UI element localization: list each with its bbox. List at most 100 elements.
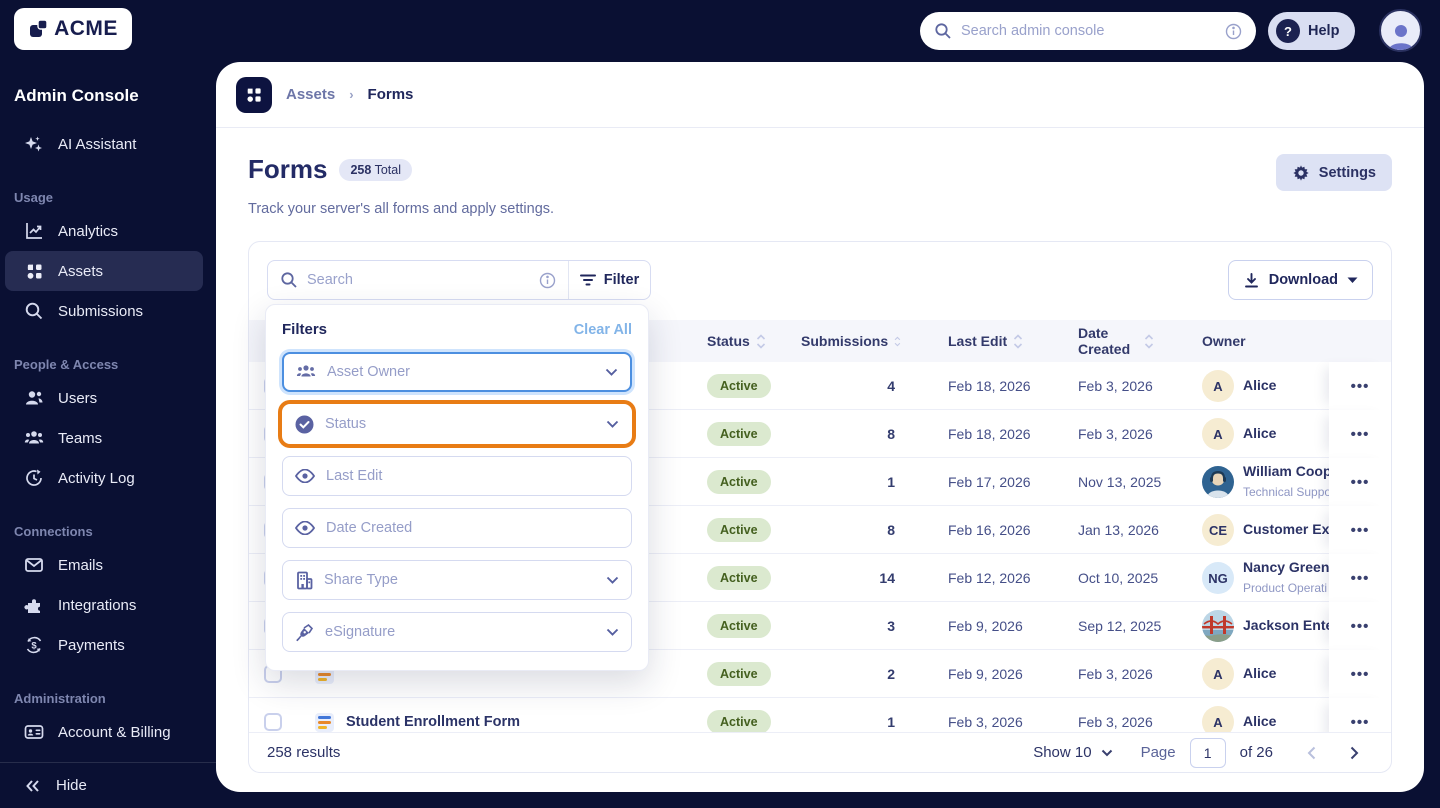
column-header-submissions[interactable]: Submissions — [801, 333, 931, 349]
next-page-button[interactable] — [1340, 742, 1369, 764]
page-header: Forms 258 Total Settings — [216, 128, 1424, 191]
ellipsis-icon: ••• — [1350, 473, 1370, 491]
column-header-owner: Owner — [1191, 333, 1329, 349]
clear-all-button[interactable]: Clear All — [574, 322, 632, 338]
help-label: Help — [1308, 23, 1340, 39]
row-actions-button[interactable]: ••• — [1329, 362, 1391, 410]
sort-icon[interactable] — [1013, 333, 1023, 349]
gear-icon — [1292, 164, 1310, 182]
total-suffix: Total — [374, 162, 401, 177]
filter-field-asset-owner[interactable]: Asset Owner — [282, 352, 632, 392]
filter-field-status[interactable]: Status — [282, 404, 632, 444]
sidebar-item-teams[interactable]: Teams — [5, 418, 203, 458]
search-icon — [24, 301, 44, 321]
filter-button[interactable]: Filter — [569, 261, 650, 299]
row-actions-button[interactable]: ••• — [1329, 554, 1391, 602]
owner-name: William Coope — [1243, 463, 1329, 479]
row-actions-button[interactable]: ••• — [1329, 410, 1391, 458]
submissions-count: 4 — [887, 378, 895, 394]
filters-title: Filters — [282, 321, 328, 338]
ellipsis-icon: ••• — [1350, 713, 1370, 731]
sidebar-item-assets[interactable]: Assets — [5, 251, 203, 291]
avatar: A — [1202, 418, 1234, 450]
row-actions-button[interactable]: ••• — [1329, 650, 1391, 698]
filter-field-share-type[interactable]: Share Type — [282, 560, 632, 600]
sidebar-item-submissions[interactable]: Submissions — [5, 291, 203, 331]
filter-label: Filter — [603, 272, 640, 288]
info-icon[interactable] — [539, 272, 556, 289]
column-header-status[interactable]: Status — [691, 333, 801, 349]
users-group-icon — [296, 363, 316, 381]
created-date: Nov 13, 2025 — [1078, 474, 1162, 490]
row-actions-button[interactable]: ••• — [1329, 602, 1391, 650]
admin-search-input[interactable] — [961, 23, 1216, 39]
info-icon[interactable] — [1225, 23, 1242, 40]
breadcrumb-assets[interactable]: Assets — [286, 86, 335, 103]
settings-button[interactable]: Settings — [1275, 154, 1392, 191]
filter-field-label: eSignature — [325, 624, 396, 640]
sidebar-item-emails[interactable]: Emails — [5, 545, 203, 585]
sidebar-item-account-billing[interactable]: Account & Billing — [5, 712, 203, 752]
submissions-count: 2 — [887, 666, 895, 682]
row-actions-button[interactable]: ••• — [1329, 458, 1391, 506]
sidebar-item-ai-assistant[interactable]: AI Assistant — [5, 124, 203, 164]
submissions-count: 3 — [887, 618, 895, 634]
main-panel: Assets › Forms Forms 258 Total Settings … — [216, 62, 1424, 792]
filter-field-date-created[interactable]: Date Created — [282, 508, 632, 548]
form-name-cell[interactable]: Student Enrollment Form — [297, 712, 691, 732]
acme-logo[interactable]: ACME — [14, 8, 132, 50]
total-badge: 258 Total — [339, 158, 412, 181]
sidebar-item-analytics[interactable]: Analytics — [5, 211, 203, 251]
filter-field-label: Asset Owner — [327, 364, 410, 380]
section-label-usage: Usage — [14, 190, 54, 205]
check-circle-icon — [295, 415, 314, 434]
sidebar-item-payments[interactable]: $ Payments — [5, 625, 203, 665]
user-avatar[interactable] — [1379, 9, 1422, 52]
users-icon — [24, 388, 44, 408]
status-badge: Active — [707, 422, 771, 446]
submissions-count: 14 — [879, 570, 895, 586]
created-date: Feb 3, 2026 — [1078, 426, 1153, 442]
sort-icon[interactable] — [756, 333, 766, 349]
sort-icon[interactable] — [1144, 333, 1154, 349]
sort-icon[interactable] — [894, 334, 901, 349]
row-checkbox[interactable] — [264, 713, 282, 731]
teams-icon — [24, 428, 44, 448]
help-button[interactable]: ? Help — [1268, 12, 1356, 50]
row-actions-button[interactable]: ••• — [1329, 506, 1391, 554]
last-edit-date: Feb 18, 2026 — [948, 426, 1031, 442]
status-badge: Active — [707, 662, 771, 686]
header-label: Last Edit — [948, 333, 1008, 349]
last-edit-date: Feb 9, 2026 — [948, 666, 1023, 682]
sidebar-item-label: Users — [58, 389, 98, 407]
building-icon — [295, 571, 313, 590]
sidebar-hide-button[interactable]: Hide — [0, 762, 216, 808]
created-date: Feb 3, 2026 — [1078, 666, 1153, 682]
owner-name: Nancy Green — [1243, 559, 1329, 575]
page-subtitle: Track your server's all forms and apply … — [248, 201, 555, 217]
download-icon — [1243, 272, 1260, 289]
download-button[interactable]: Download — [1227, 260, 1373, 300]
page-size-select[interactable]: Show 10 — [1033, 744, 1112, 761]
owner-name: Alice — [1243, 665, 1277, 681]
avatar: A — [1202, 658, 1234, 690]
admin-search-bar — [920, 12, 1256, 50]
table-search-input[interactable] — [307, 272, 530, 288]
sidebar-item-users[interactable]: Users — [5, 378, 203, 418]
owner-name: Jackson Enter — [1243, 617, 1329, 633]
column-header-date-created[interactable]: Date Created — [1061, 325, 1191, 357]
header-label: Status — [707, 333, 750, 349]
page-number-input[interactable] — [1189, 737, 1226, 768]
owner-cell: NG Nancy Green Product Operati — [1191, 558, 1329, 598]
sidebar-item-integrations[interactable]: Integrations — [5, 585, 203, 625]
sidebar-item-label: Emails — [58, 556, 104, 574]
sidebar-item-activity-log[interactable]: Activity Log — [5, 458, 203, 498]
filter-field-label: Date Created — [326, 520, 413, 536]
filter-field-esignature[interactable]: eSignature — [282, 612, 632, 652]
filter-field-last-edit[interactable]: Last Edit — [282, 456, 632, 496]
last-edit-date: Feb 17, 2026 — [948, 474, 1031, 490]
svg-text:$: $ — [31, 640, 37, 651]
previous-page-button[interactable] — [1297, 742, 1326, 764]
created-date: Feb 3, 2026 — [1078, 378, 1153, 394]
column-header-last-edit[interactable]: Last Edit — [931, 333, 1061, 349]
